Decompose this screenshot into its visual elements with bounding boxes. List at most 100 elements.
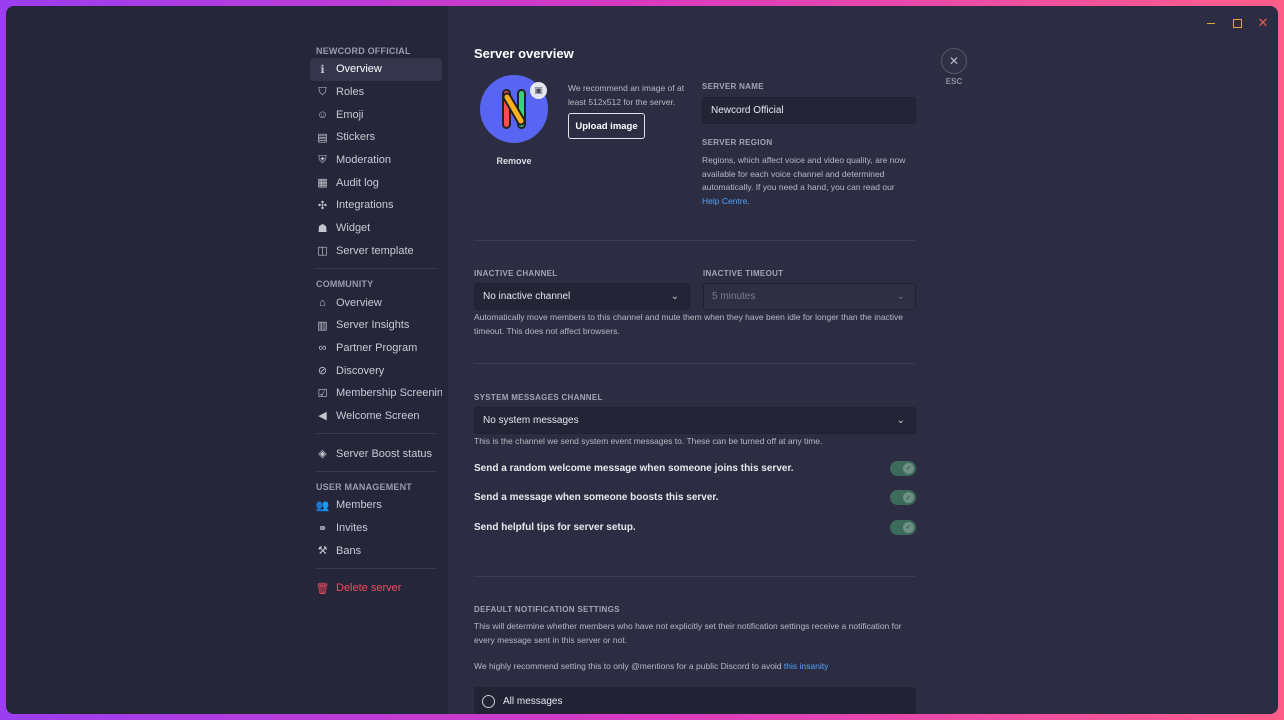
- sidebar-item-roles[interactable]: ⛉ Roles: [310, 81, 442, 104]
- divider: [316, 471, 436, 472]
- sidebar-item-label: Members: [336, 499, 382, 512]
- system-message-toggles: Send a random welcome message when someo…: [474, 459, 916, 548]
- link-icon: ⚭: [317, 522, 328, 535]
- info-icon: ℹ: [320, 63, 325, 76]
- sidebar-item-stickers[interactable]: ▤ Stickers: [310, 126, 442, 149]
- inactive-channel-label: INACTIVE CHANNEL: [474, 269, 558, 278]
- sidebar-item-label: Partner Program: [336, 341, 418, 354]
- help-centre-link[interactable]: Help Centre: [702, 196, 747, 206]
- server-name-value: Newcord Official: [711, 105, 784, 116]
- esc-label: ESC: [945, 77, 963, 86]
- divider: [316, 433, 436, 435]
- icon-recommendation-text: We recommend an image of at least 512x51…: [568, 83, 685, 107]
- community-icon: ⌂: [319, 296, 326, 309]
- system-messages-value: No system messages: [483, 415, 579, 426]
- toggle-label: Send helpful tips for server setup.: [474, 521, 636, 533]
- moderation-shield-icon: ⛨: [318, 153, 327, 166]
- sidebar-item-invites[interactable]: ⚭ Invites: [310, 517, 442, 540]
- server-name-label: SERVER NAME: [702, 82, 764, 91]
- sidebar-item-moderation[interactable]: ⛨ Moderation: [310, 149, 442, 172]
- toggle-row: Send a random welcome message when someo…: [474, 459, 916, 477]
- all-messages-option[interactable]: All messages: [474, 687, 916, 714]
- sidebar-item-widget[interactable]: ☗ Widget: [310, 217, 442, 240]
- default-notification-label: DEFAULT NOTIFICATION SETTINGS: [474, 605, 620, 614]
- divider: [316, 268, 436, 270]
- sidebar-item-label: Roles: [336, 86, 365, 99]
- sidebar-item-overview[interactable]: ℹ Overview: [310, 58, 442, 81]
- insanity-link[interactable]: this insanity: [784, 661, 828, 671]
- check-icon: ✓: [903, 521, 914, 533]
- sidebar-item-discovery[interactable]: ⊘ Discovery: [310, 359, 442, 382]
- window-close-icon[interactable]: ✕: [1256, 16, 1270, 30]
- boost-gem-icon: ◈: [318, 448, 327, 461]
- sidebar-item-audit-log[interactable]: ▦ Audit log: [310, 171, 442, 194]
- toggle-switch[interactable]: ✓: [890, 519, 916, 535]
- system-messages-help: This is the channel we send system event…: [474, 436, 823, 446]
- insights-icon: ▥: [317, 319, 328, 332]
- sidebar-item-label: Overview: [336, 296, 382, 309]
- sidebar-item-label: Server Insights: [336, 319, 410, 332]
- system-messages-label: SYSTEM MESSAGES CHANNEL: [474, 393, 603, 402]
- divider: [474, 363, 916, 364]
- maximize-icon[interactable]: [1230, 16, 1244, 30]
- sidebar-item-delete-server[interactable]: 🗑 Delete server: [310, 577, 442, 600]
- trash-icon: 🗑: [315, 582, 330, 595]
- sidebar-section-user-management: USER MANAGEMENT: [316, 482, 413, 492]
- sidebar-item-partner-program[interactable]: ∞ Partner Program: [310, 337, 442, 360]
- sidebar-item-label: Overview: [336, 63, 382, 76]
- sidebar-item-label: Discovery: [336, 364, 385, 377]
- system-messages-select[interactable]: No system messages ⌄: [474, 407, 916, 434]
- divider: [316, 568, 436, 570]
- sidebar-item-membership-screening[interactable]: ☑ Membership Screening: [310, 382, 442, 405]
- notification-recommendation: We highly recommend setting this to only…: [474, 660, 914, 674]
- upload-image-button[interactable]: Upload image: [568, 113, 645, 139]
- toggle-switch[interactable]: ✓: [890, 460, 916, 476]
- toggle-row: Send a message when someone boosts this …: [474, 489, 916, 507]
- checkbox-icon: ☑: [317, 387, 328, 400]
- server-name-input[interactable]: Newcord Official: [702, 97, 916, 124]
- emoji-icon: ☺: [316, 108, 329, 121]
- members-icon: 👥: [315, 499, 330, 512]
- sidebar-item-members[interactable]: 👥 Members: [310, 494, 442, 517]
- inactive-timeout-value: 5 minutes: [712, 291, 756, 302]
- shield-user-icon: ⛉: [318, 85, 327, 98]
- partner-icon: ∞: [318, 341, 327, 354]
- add-image-icon[interactable]: ▣: [530, 82, 547, 99]
- notification-recommendation-text: We highly recommend setting this to only…: [474, 661, 782, 671]
- sidebar-item-label: Emoji: [336, 108, 364, 121]
- divider: [474, 576, 916, 577]
- sidebar-item-label: Membership Screening: [336, 387, 442, 400]
- close-settings-button[interactable]: ✕: [941, 48, 967, 74]
- all-messages-label: All messages: [503, 695, 563, 707]
- sidebar-item-label: Server Boost status: [336, 447, 432, 460]
- toggle-label: Send a random welcome message when someo…: [474, 462, 794, 474]
- sidebar-item-integrations[interactable]: ✣ Integrations: [310, 194, 442, 217]
- sidebar-item-bans[interactable]: ⚒ Bans: [310, 539, 442, 562]
- inactive-channel-select[interactable]: No inactive channel ⌄: [474, 283, 690, 310]
- robot-icon: ☗: [317, 222, 328, 235]
- sidebar-item-label: Invites: [336, 522, 368, 535]
- check-icon: ✓: [903, 462, 914, 474]
- radio-button[interactable]: [482, 694, 495, 708]
- server-region-text: Regions, which affect voice and video qu…: [702, 155, 906, 192]
- chevron-down-icon: ⌄: [670, 291, 679, 302]
- sidebar-item-server-boost-status[interactable]: ◈ Server Boost status: [310, 442, 442, 465]
- sidebar-item-label: Welcome Screen: [336, 409, 420, 422]
- sidebar-item-welcome-screen[interactable]: ◀ Welcome Screen: [310, 405, 442, 428]
- gamepad-icon: ✣: [317, 199, 328, 212]
- check-icon: ✓: [903, 492, 914, 503]
- inactive-timeout-select[interactable]: 5 minutes ⌄: [703, 283, 916, 310]
- clipboard-icon: ▦: [317, 177, 328, 190]
- remove-icon-link[interactable]: Remove: [480, 156, 548, 166]
- sidebar-item-overview[interactable]: ⌂ Overview: [310, 291, 442, 314]
- toggle-switch[interactable]: ✓: [890, 490, 916, 505]
- sidebar-item-label: Bans: [336, 544, 362, 557]
- minimize-icon[interactable]: [1204, 16, 1218, 30]
- sidebar-item-server-insights[interactable]: ▥ Server Insights: [310, 314, 442, 337]
- sidebar-item-server-template[interactable]: ◫ Server template: [310, 240, 442, 263]
- server-region-description: Regions, which affect voice and video qu…: [702, 155, 906, 206]
- page-title: Server overview: [474, 46, 574, 61]
- sidebar-item-label: Integrations: [336, 199, 394, 212]
- sidebar-section-server: NEWCORD OFFICIAL: [316, 46, 411, 56]
- sidebar-item-emoji[interactable]: ☺ Emoji: [310, 103, 442, 126]
